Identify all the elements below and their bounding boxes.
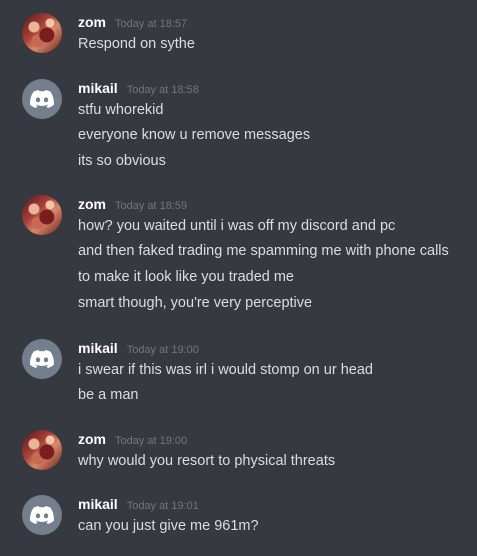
message-text: stfu whorekid (78, 102, 164, 118)
discord-logo-icon (30, 506, 54, 524)
user-avatar[interactable] (22, 195, 62, 235)
message-header: mikail Today at 18:58 (78, 79, 199, 97)
chat-messages: zom Today at 18:57 Respond on sythe mika… (0, 0, 477, 556)
timestamp: Today at 19:00 (115, 435, 188, 447)
message-header: zom Today at 18:57 (78, 13, 187, 31)
timestamp: Today at 19:00 (126, 344, 199, 356)
message-text: how? you waited until i was off my disco… (78, 218, 396, 234)
message-text: everyone know u remove messages (78, 127, 311, 143)
username[interactable]: mikail (78, 495, 118, 513)
message-text: i swear if this was irl i would stomp on… (78, 362, 373, 378)
discord-default-avatar-icon[interactable] (22, 495, 62, 535)
message-header: zom Today at 18:59 (78, 195, 187, 213)
username[interactable]: mikail (78, 339, 118, 357)
user-avatar[interactable] (22, 13, 62, 53)
timestamp: Today at 19:01 (126, 500, 199, 512)
message-header: mikail Today at 19:00 (78, 339, 199, 357)
message-text: and then faked trading me spamming me wi… (78, 243, 449, 259)
discord-default-avatar-icon[interactable] (22, 339, 62, 379)
message-text: be a man (78, 387, 139, 403)
user-avatar[interactable] (22, 430, 62, 470)
discord-default-avatar-icon[interactable] (22, 79, 62, 119)
timestamp: Today at 18:57 (115, 18, 188, 30)
discord-logo-icon (30, 90, 54, 108)
username[interactable]: zom (78, 195, 106, 213)
message-text: why would you resort to physical threats (78, 453, 336, 469)
message-text: can you just give me 961m? (78, 518, 259, 534)
message-header: mikail Today at 19:01 (78, 495, 199, 513)
message-text: to make it look like you traded me (78, 269, 294, 285)
username[interactable]: zom (78, 430, 106, 448)
timestamp: Today at 18:59 (115, 200, 188, 212)
message-text: smart though, you're very perceptive (78, 295, 313, 311)
message-text: its so obvious (78, 153, 166, 169)
discord-logo-icon (30, 350, 54, 368)
message-text: Respond on sythe (78, 36, 195, 52)
message-header: zom Today at 19:00 (78, 430, 187, 448)
username[interactable]: mikail (78, 79, 118, 97)
timestamp: Today at 18:58 (126, 84, 199, 96)
username[interactable]: zom (78, 13, 106, 31)
